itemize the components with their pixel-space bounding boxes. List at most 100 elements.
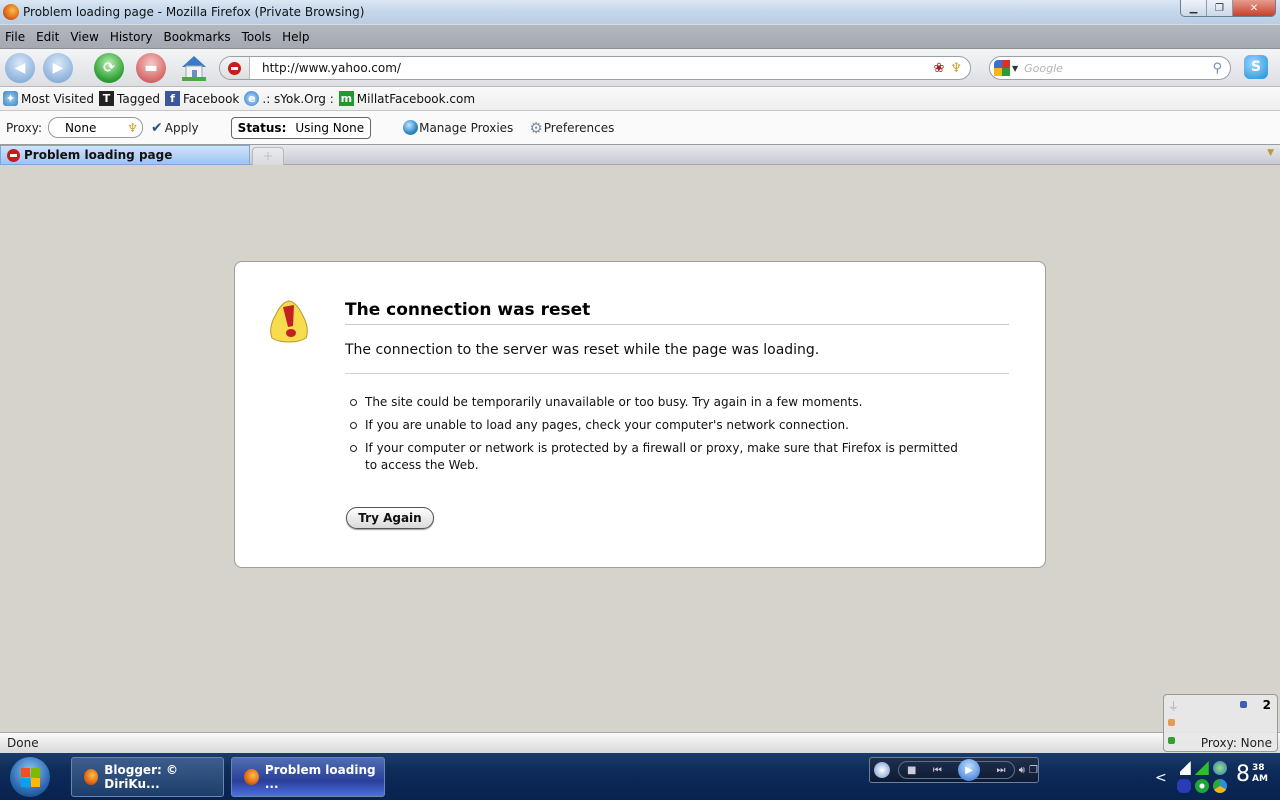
bookmark-most-visited[interactable]: ✦ Most Visited: [3, 91, 94, 106]
firefox-icon: [84, 769, 99, 785]
bookmark-label: Tagged: [117, 91, 160, 106]
search-icon[interactable]: ⚲: [1212, 61, 1222, 76]
gear-icon: ⚙: [529, 118, 543, 137]
addon-green-icon[interactable]: [1168, 737, 1175, 744]
bookmark-label: MillatFacebook.com: [356, 91, 476, 106]
bookmark-millatfacebook[interactable]: m MillatFacebook.com: [338, 91, 476, 106]
proxy-status-box: Status: Using None: [230, 116, 372, 139]
bookmark-tagged[interactable]: T Tagged: [99, 91, 160, 106]
taskbar: Blogger: © DiriKu... Problem loading ...…: [0, 753, 1280, 800]
reload-button[interactable]: ⟳: [94, 53, 124, 83]
apply-button[interactable]: ✔ Apply: [151, 120, 199, 136]
volume-icon[interactable]: 🔊︎: [1019, 765, 1025, 776]
menu-bar: File Edit View History Bookmarks Tools H…: [0, 24, 1280, 48]
previous-track-icon[interactable]: ⏮: [933, 765, 942, 776]
network-signal-icon[interactable]: [1176, 761, 1191, 775]
site-identity-button[interactable]: [220, 57, 250, 79]
manage-proxies-button[interactable]: Manage Proxies: [403, 120, 513, 135]
task-label: Problem loading ...: [264, 763, 376, 791]
error-icon: [7, 148, 20, 162]
url-bar[interactable]: http://www.yahoo.com/ ❀ ♆: [219, 56, 971, 80]
start-button[interactable]: [10, 757, 50, 797]
clock-minutes: 38: [1252, 763, 1265, 773]
suggestion-list: The site could be temporarily unavailabl…: [349, 394, 969, 480]
home-icon: [182, 56, 206, 81]
preferences-label: Preferences: [543, 120, 615, 135]
bookmark-label: Most Visited: [21, 91, 95, 106]
menu-bookmarks[interactable]: Bookmarks: [164, 30, 231, 44]
engine-dropdown-icon[interactable]: ▼: [1012, 64, 1018, 73]
tab-problem-loading[interactable]: Problem loading page: [0, 145, 250, 165]
window-controls: ▁ ❐ ✕: [1180, 0, 1276, 17]
menu-history[interactable]: History: [110, 30, 153, 44]
bluetooth-icon[interactable]: [1176, 779, 1191, 793]
proxy-toolbar: Proxy: None ♆ ✔ Apply Status: Using None…: [0, 110, 1280, 144]
menu-file[interactable]: File: [5, 30, 25, 44]
bookmark-facebook[interactable]: f Facebook: [164, 91, 239, 106]
proxy-value: None: [65, 120, 97, 135]
list-all-tabs-icon[interactable]: ▼: [1267, 148, 1274, 158]
status-bar: Done: [0, 732, 1280, 753]
suggestion-item: The site could be temporarily unavailabl…: [349, 394, 969, 411]
menu-edit[interactable]: Edit: [36, 30, 59, 44]
navigation-toolbar: ◀ ▶ ⟳ ▬ http://www.yahoo.com/ ❀ ♆ ▼ Goog…: [0, 48, 1280, 86]
taskbar-item-problem-loading[interactable]: Problem loading ...: [231, 757, 385, 797]
back-button[interactable]: ◀: [5, 53, 35, 83]
clock[interactable]: 8 38 AM: [1236, 763, 1268, 787]
show-hidden-icons-button[interactable]: <: [1155, 770, 1167, 786]
network-globe-icon[interactable]: [1212, 761, 1227, 775]
window-title: Problem loading page - Mozilla Firefox (…: [23, 5, 365, 19]
google-engine-icon[interactable]: [994, 60, 1010, 76]
tagged-icon: T: [99, 91, 115, 106]
tab-strip: Problem loading page + ▼: [0, 144, 1280, 165]
proxy-status-text[interactable]: Proxy: None: [1201, 736, 1272, 750]
play-button[interactable]: ▶: [958, 759, 981, 781]
taskbar-item-blogger[interactable]: Blogger: © DiriKu...: [71, 757, 224, 797]
foxyproxy-icon: ♆: [127, 120, 139, 135]
restore-button[interactable]: ❐: [1207, 0, 1233, 16]
tab-title: Problem loading page: [24, 148, 173, 162]
location-pin-icon[interactable]: ❀: [933, 61, 944, 76]
addon-blue-icon[interactable]: [1240, 701, 1247, 708]
forward-button[interactable]: ▶: [43, 53, 73, 83]
try-again-button[interactable]: Try Again: [346, 507, 434, 529]
task-label: Blogger: © DiriKu...: [104, 763, 178, 791]
manage-proxies-label: Manage Proxies: [419, 120, 514, 135]
search-input[interactable]: Google: [1024, 62, 1212, 75]
error-icon: [228, 61, 241, 75]
stop-media-icon[interactable]: ■: [907, 765, 916, 776]
close-button[interactable]: ✕: [1233, 0, 1275, 16]
menu-help[interactable]: Help: [282, 30, 309, 44]
bookmark-syok[interactable]: e .: sYok.Org :: [244, 91, 334, 106]
download-manager-icon[interactable]: [1212, 779, 1227, 793]
plugin-icon[interactable]: ⏚: [1168, 698, 1179, 714]
next-track-icon[interactable]: ⏭: [997, 765, 1006, 776]
minimize-button[interactable]: ▁: [1181, 0, 1207, 16]
stop-button[interactable]: ▬: [136, 53, 166, 83]
ie-icon: e: [244, 91, 260, 106]
restore-player-icon[interactable]: ❐: [1029, 765, 1038, 776]
forward-arrow-icon: ▶: [52, 60, 64, 76]
home-button[interactable]: [178, 51, 210, 83]
wifi-signal-icon[interactable]: [1194, 761, 1209, 775]
reload-icon: ⟳: [103, 60, 115, 76]
title-bar: Problem loading page - Mozilla Firefox (…: [0, 0, 1280, 24]
media-player-toolbar: ■ ⏮ ▶ ⏭ 🔊︎ ❐: [869, 757, 1039, 783]
url-input[interactable]: http://www.yahoo.com/: [262, 61, 933, 75]
search-bar[interactable]: ▼ Google ⚲: [989, 56, 1231, 80]
skype-icon[interactable]: S: [1244, 55, 1268, 79]
proxy-select[interactable]: None ♆: [48, 117, 144, 138]
media-player-icon[interactable]: [874, 762, 890, 778]
new-tab-button[interactable]: +: [252, 147, 284, 165]
status-label: Status:: [237, 120, 287, 135]
menu-tools[interactable]: Tools: [242, 30, 272, 44]
statusbar-addon-panel: ⏚ 2 Proxy: None: [1163, 694, 1278, 752]
foxyproxy-icon[interactable]: ♆: [950, 61, 962, 76]
preferences-button[interactable]: ⚙ Preferences: [529, 119, 614, 137]
addon-orange-icon[interactable]: [1168, 719, 1175, 726]
proxy-label: Proxy:: [6, 120, 43, 135]
status-value: Using None: [295, 120, 365, 135]
green-circle-icon[interactable]: [1194, 779, 1209, 793]
menu-view[interactable]: View: [70, 30, 98, 44]
bookmarks-toolbar: ✦ Most Visited T Tagged f Facebook e .: …: [0, 86, 1280, 110]
